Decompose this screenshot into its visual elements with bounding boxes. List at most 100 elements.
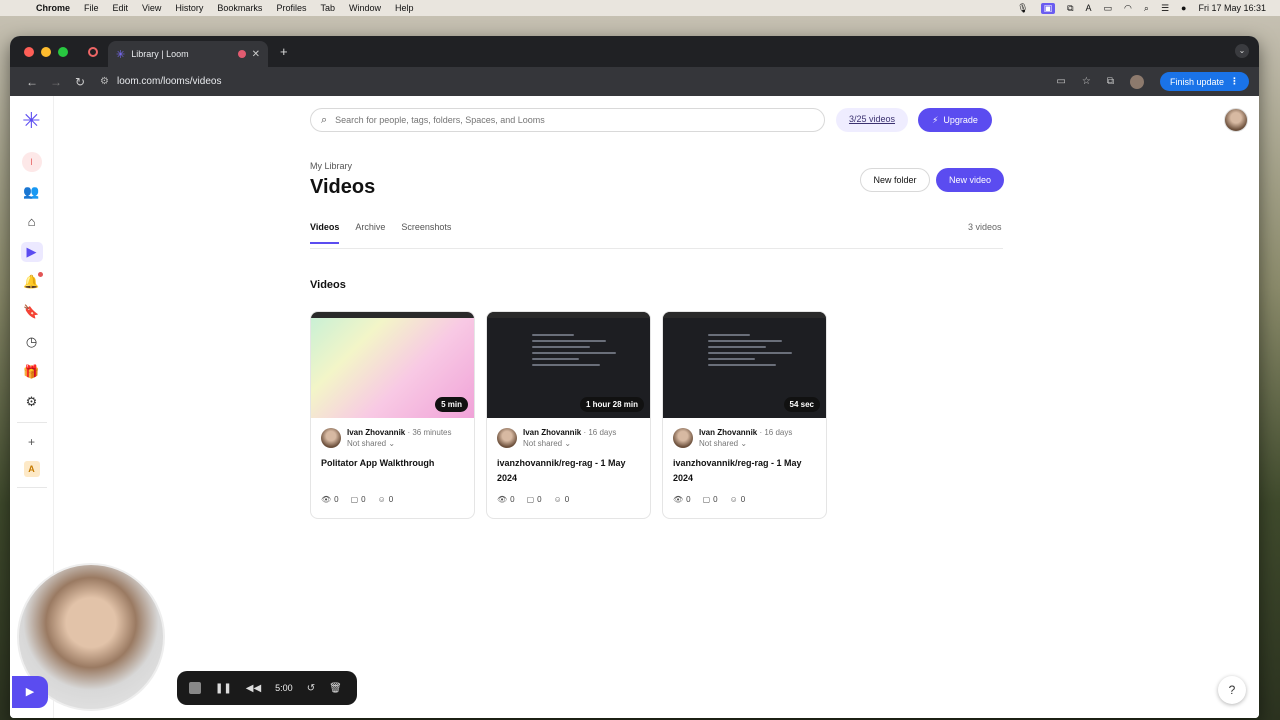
tab-screenshots[interactable]: Screenshots [401,222,451,244]
tab-strip: ✳ Library | Loom ✕ + ⌄ [10,36,1259,67]
history-clock-icon[interactable]: ◷ [21,332,43,352]
new-folder-button[interactable]: New folder [860,168,930,192]
settings-gear-icon[interactable]: ⚙ [21,392,43,412]
comment-icon: ▢ [526,495,535,504]
microphone-icon[interactable]: 🎙 [1017,3,1028,14]
video-thumbnail[interactable]: 1 hour 28 min [487,312,650,418]
help-button[interactable]: ? [1218,676,1246,704]
loom-recorder-icon[interactable]: ▣ [1040,2,1056,14]
menu-profiles[interactable]: Profiles [276,3,306,13]
smiley-icon: ☺ [553,495,562,504]
browser-tab-active[interactable]: ✳ Library | Loom ✕ [108,41,268,67]
sharing-status[interactable]: Not shared ⌄ [523,439,616,448]
wifi-icon[interactable]: ◠ [1124,3,1132,14]
tab-archive[interactable]: Archive [355,222,385,244]
sharing-status[interactable]: Not shared ⌄ [699,439,792,448]
new-video-button[interactable]: New video [936,168,1004,192]
author-name[interactable]: Ivan Zhovannik [699,428,757,437]
forward-icon[interactable]: → [44,75,68,89]
rewind-icon[interactable]: ◀◀ [246,683,261,694]
url-text[interactable]: loom.com/looms/videos [117,76,221,87]
tab-search-icon[interactable]: ⌄ [1235,44,1249,58]
menu-help[interactable]: Help [395,3,414,13]
minimize-window-button[interactable] [41,46,51,57]
spotlight-search-icon[interactable]: ⌕ [1144,3,1149,14]
reload-icon[interactable]: ↻ [68,75,92,89]
input-source-icon[interactable]: A [1086,3,1092,13]
video-title[interactable]: Politator App Walkthrough [311,448,474,486]
bookmark-icon[interactable]: 🔖 [21,302,43,322]
video-quota-badge[interactable]: 3/25 videos [836,108,908,132]
finish-update-label: Finish update [1169,76,1224,87]
breadcrumb[interactable]: My Library [310,161,352,171]
close-tab-icon[interactable]: ✕ [252,49,260,60]
close-window-button[interactable] [24,46,34,57]
chevron-down-icon: ⌄ [740,439,748,448]
back-icon[interactable]: ← [20,75,44,89]
video-card[interactable]: 54 sec Ivan Zhovannik · 16 days Not shar… [662,311,827,519]
bookmark-star-icon[interactable]: ☆ [1082,76,1091,87]
sidebar-divider [16,422,47,423]
chevron-down-icon: ⌄ [388,439,396,448]
finish-update-button[interactable]: Finish update ⋮ [1159,72,1249,91]
sharing-status-label: Not shared [699,439,739,448]
video-thumbnail[interactable]: 5 min [311,312,474,418]
home-icon[interactable]: ⌂ [21,212,43,232]
control-center-icon[interactable]: ☰ [1161,3,1169,14]
author-name[interactable]: Ivan Zhovannik [523,428,581,437]
menu-file[interactable]: File [84,3,99,13]
video-thumbnail[interactable]: 54 sec [663,312,826,418]
workspace-avatar[interactable]: I [21,152,42,172]
menu-history[interactable]: History [175,3,203,13]
zoom-window-button[interactable] [58,46,68,57]
restart-icon[interactable]: ↺ [307,683,315,694]
video-title[interactable]: ivanzhovannik/reg-rag - 1 May 2024 [487,448,650,486]
pause-icon[interactable]: ❚❚ [215,683,232,694]
tab-videos[interactable]: Videos [310,222,340,244]
author-info: Ivan Zhovannik · 36 minutes Not shared ⌄ [347,428,452,448]
profile-avatar[interactable] [1129,74,1144,89]
new-tab-button[interactable]: + [280,44,288,59]
siri-icon[interactable]: ● [1181,3,1186,13]
notifications-icon[interactable]: 🔔 [21,272,43,292]
gift-icon[interactable]: 🎁 [21,362,43,382]
author-name[interactable]: Ivan Zhovannik [347,428,405,437]
views-count: 0 [510,495,515,504]
sidebar-divider-bottom [16,487,47,488]
people-icon[interactable]: 👥 [21,182,43,202]
add-workspace-icon[interactable]: + [28,435,35,449]
comments-count: 0 [361,495,366,504]
loom-record-tab-icon[interactable]: ▶ [12,676,48,708]
site-info-icon[interactable]: ⚙ [100,76,109,87]
address-bar[interactable]: ⚙ loom.com/looms/videos [100,76,1056,87]
sharing-status[interactable]: Not shared ⌄ [347,439,452,448]
library-icon[interactable]: ▶ [20,242,43,262]
search-input[interactable] [335,115,776,125]
video-card[interactable]: 5 min Ivan Zhovannik · 36 minutes Not sh… [310,311,475,519]
camera-in-use-icon[interactable]: ▭ [1056,76,1065,87]
extensions-icon[interactable]: ⧉ [1107,76,1114,87]
video-title[interactable]: ivanzhovannik/reg-rag - 1 May 2024 [663,448,826,486]
trash-icon[interactable]: 🗑 [329,683,342,694]
menu-app-name[interactable]: Chrome [36,3,70,13]
menubar-datetime[interactable]: Fri 17 May 16:31 [1198,3,1266,13]
workspace-a-avatar[interactable]: A [23,461,40,477]
chevron-down-icon: ⌄ [564,439,572,448]
reactions-stat: ☺ 0 [378,495,394,504]
menubar-status-area: 🎙 ▣ ⧉ A ▭ ◠ ⌕ ☰ ● Fri 17 May 16:31 [1017,2,1280,14]
loom-logo-icon[interactable]: ✳ [22,110,40,132]
menu-window[interactable]: Window [349,3,381,13]
upgrade-label: Upgrade [943,115,978,125]
user-avatar[interactable] [1224,108,1248,132]
stop-recording-button[interactable] [189,682,201,694]
search-bar[interactable]: ⌕ [310,108,825,132]
eye-icon: 👁 [673,495,684,504]
menu-bookmarks[interactable]: Bookmarks [217,3,262,13]
menu-tab[interactable]: Tab [320,3,335,13]
screen-mirror-icon[interactable]: ⧉ [1067,3,1073,14]
upgrade-button[interactable]: ⚡ Upgrade [918,108,992,132]
video-card[interactable]: 1 hour 28 min Ivan Zhovannik · 16 days N… [486,311,651,519]
library-tabs: Videos Archive Screenshots [310,222,451,244]
menu-view[interactable]: View [142,3,161,13]
menu-edit[interactable]: Edit [113,3,129,13]
